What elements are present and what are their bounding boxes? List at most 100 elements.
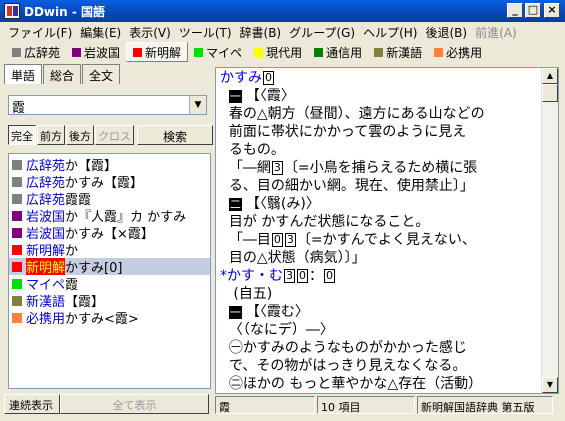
search-type-tabs: 単語 総合 全文 <box>4 64 211 84</box>
dict-tab-label: 広辞苑 <box>24 45 61 60</box>
status-dictionary: 新明解国語辞典 第五版 <box>417 396 553 414</box>
dict-tab-iwanami[interactable]: 岩波国 <box>66 42 126 62</box>
dict-tab-label: 通信用 <box>326 45 363 60</box>
menu-tools[interactable]: ツール(T) <box>175 22 236 41</box>
color-swatch-icon <box>133 47 143 57</box>
dict-tab-shinmeikai[interactable]: 新明解 <box>126 42 189 62</box>
color-swatch-icon <box>12 159 22 170</box>
result-text: か『人霞』カ かすみ <box>65 210 187 224</box>
color-swatch-icon <box>12 227 22 238</box>
list-buttons: 連続表示 全て表示 <box>4 394 209 414</box>
dict-tab-label: マイペ <box>206 45 243 60</box>
search-input-value: 霞 <box>12 101 26 116</box>
menu-forward[interactable]: 前進(A) <box>471 22 521 41</box>
menu-dictionary[interactable]: 辞書(B) <box>236 22 286 41</box>
status-bar: 霞 10 項目 新明解国語辞典 第五版 <box>215 396 555 415</box>
dict-tab-label: 現代用 <box>266 45 303 60</box>
result-text: 霞霞 <box>65 193 92 207</box>
color-swatch-icon <box>12 244 22 255</box>
tab-word[interactable]: 単語 <box>4 64 43 84</box>
color-swatch-icon <box>12 312 22 323</box>
color-swatch-icon <box>194 47 204 57</box>
entry-view[interactable]: かすみ 0 一【〈霞〉 春の△朝方（昼間）、遠方にある山などの 前面に帯状にかかっ… <box>215 67 559 394</box>
result-dictionary: 岩波国 <box>26 210 66 224</box>
mode-exact-button[interactable]: 完全 <box>8 125 36 145</box>
list-item[interactable]: 広辞苑 か【霞】 <box>9 156 210 173</box>
search-button[interactable]: 検索 <box>137 125 213 145</box>
chevron-down-icon[interactable]: ▼ <box>189 96 206 114</box>
list-item[interactable]: 新明解 かすみ[0] <box>9 258 210 275</box>
dict-tab-label: 新漢語 <box>386 45 423 60</box>
status-query: 霞 <box>215 396 315 414</box>
continuous-display-button[interactable]: 連続表示 <box>4 394 60 414</box>
color-swatch-icon <box>314 47 324 57</box>
dict-tab-gendai[interactable]: 現代用 <box>248 42 308 62</box>
dict-tab-kojien[interactable]: 広辞苑 <box>6 42 66 62</box>
menu-bar: ファイル(F) 編集(E) 表示(V) ツール(T) 辞書(B) グループ(G)… <box>0 22 565 41</box>
result-dictionary: 広辞苑 <box>26 159 66 173</box>
list-item[interactable]: 岩波国 か『人霞』カ かすみ <box>9 207 210 224</box>
color-swatch-icon <box>12 295 22 306</box>
tab-combined[interactable]: 総合 <box>43 64 82 84</box>
search-pane: 単語 総合 全文 霞 ▼ 完全 前方 後方 クロス 検索 広辞苑 か【霞】 広辞… <box>4 64 214 394</box>
mode-cross-button[interactable]: クロス <box>95 125 134 145</box>
menu-group[interactable]: グループ(G) <box>285 22 359 41</box>
result-dictionary: 広辞苑 <box>26 176 66 190</box>
title-bar[interactable]: DDwin - 国語 _ □ × <box>0 0 565 22</box>
window-title: DDwin - 国語 <box>24 5 106 19</box>
accent-marker: 0 <box>263 71 274 85</box>
result-text: かすみ【霞】 <box>65 176 144 190</box>
result-text: かすみ<霞> <box>65 312 139 326</box>
result-dictionary: マイペ <box>26 278 66 292</box>
menu-help[interactable]: ヘルプ(H) <box>359 22 421 41</box>
dict-tab-hikkei[interactable]: 必携用 <box>428 42 488 62</box>
list-item[interactable]: 新明解 か <box>9 241 210 258</box>
result-dictionary: 広辞苑 <box>26 193 66 207</box>
mode-suffix-button[interactable]: 後方 <box>66 125 94 145</box>
mode-prefix-button[interactable]: 前方 <box>37 125 65 145</box>
maximize-button[interactable]: □ <box>525 3 541 18</box>
scroll-up-icon[interactable]: ▲ <box>542 68 558 84</box>
color-swatch-icon <box>12 193 22 204</box>
minimize-button[interactable]: _ <box>507 3 523 18</box>
dict-tab-label: 岩波国 <box>84 45 121 60</box>
list-item[interactable]: 岩波国 かすみ【×霞】 <box>9 224 210 241</box>
app-icon[interactable] <box>4 3 20 19</box>
tab-fulltext[interactable]: 全文 <box>82 64 121 84</box>
menu-edit[interactable]: 編集(E) <box>76 22 125 41</box>
list-item[interactable]: マイペ 霞 <box>9 275 210 292</box>
result-list[interactable]: 広辞苑 か【霞】 広辞苑 かすみ【霞】 広辞苑 霞霞 岩波国 か『人霞』カ かす… <box>8 153 211 389</box>
result-dictionary: 新明解 <box>26 258 66 275</box>
result-text: か <box>65 244 79 258</box>
list-item[interactable]: 広辞苑 かすみ【霞】 <box>9 173 210 190</box>
sense-marker-icon: 一 <box>228 305 242 319</box>
dict-tab-tsushin[interactable]: 通信用 <box>308 42 368 62</box>
result-text: かすみ[0] <box>65 261 123 275</box>
result-text: かすみ【×霞】 <box>65 227 154 241</box>
show-all-button[interactable]: 全て表示 <box>60 394 209 414</box>
result-text: か【霞】 <box>65 159 118 173</box>
dict-tab-shinkango[interactable]: 新漢語 <box>368 42 428 62</box>
color-swatch-icon <box>12 210 22 221</box>
list-item[interactable]: 必携用 かすみ<霞> <box>9 309 210 326</box>
close-button[interactable]: × <box>544 3 560 18</box>
menu-file[interactable]: ファイル(F) <box>4 22 76 41</box>
list-item[interactable]: 新漢語 【霞】 <box>9 292 210 309</box>
result-text: 霞 <box>65 278 79 292</box>
color-swatch-icon <box>12 261 22 272</box>
scroll-down-icon[interactable]: ▼ <box>542 377 558 393</box>
sense-marker-icon: 一 <box>228 89 242 103</box>
search-mode-buttons: 完全 前方 後方 クロス 検索 <box>8 125 214 145</box>
result-text: 【霞】 <box>65 295 105 309</box>
list-item[interactable]: 広辞苑 霞霞 <box>9 190 210 207</box>
result-dictionary: 必携用 <box>26 312 66 326</box>
color-swatch-icon <box>12 176 22 187</box>
dict-tab-label: 必携用 <box>446 45 483 60</box>
menu-back[interactable]: 後退(B) <box>421 22 471 41</box>
dict-tab-my-page[interactable]: マイペ <box>188 42 248 62</box>
scroll-thumb[interactable] <box>542 84 558 102</box>
status-count: 10 項目 <box>317 396 415 414</box>
menu-view[interactable]: 表示(V) <box>125 22 175 41</box>
search-input[interactable]: 霞 ▼ <box>8 95 207 116</box>
vertical-scrollbar[interactable]: ▲ ▼ <box>541 68 558 393</box>
